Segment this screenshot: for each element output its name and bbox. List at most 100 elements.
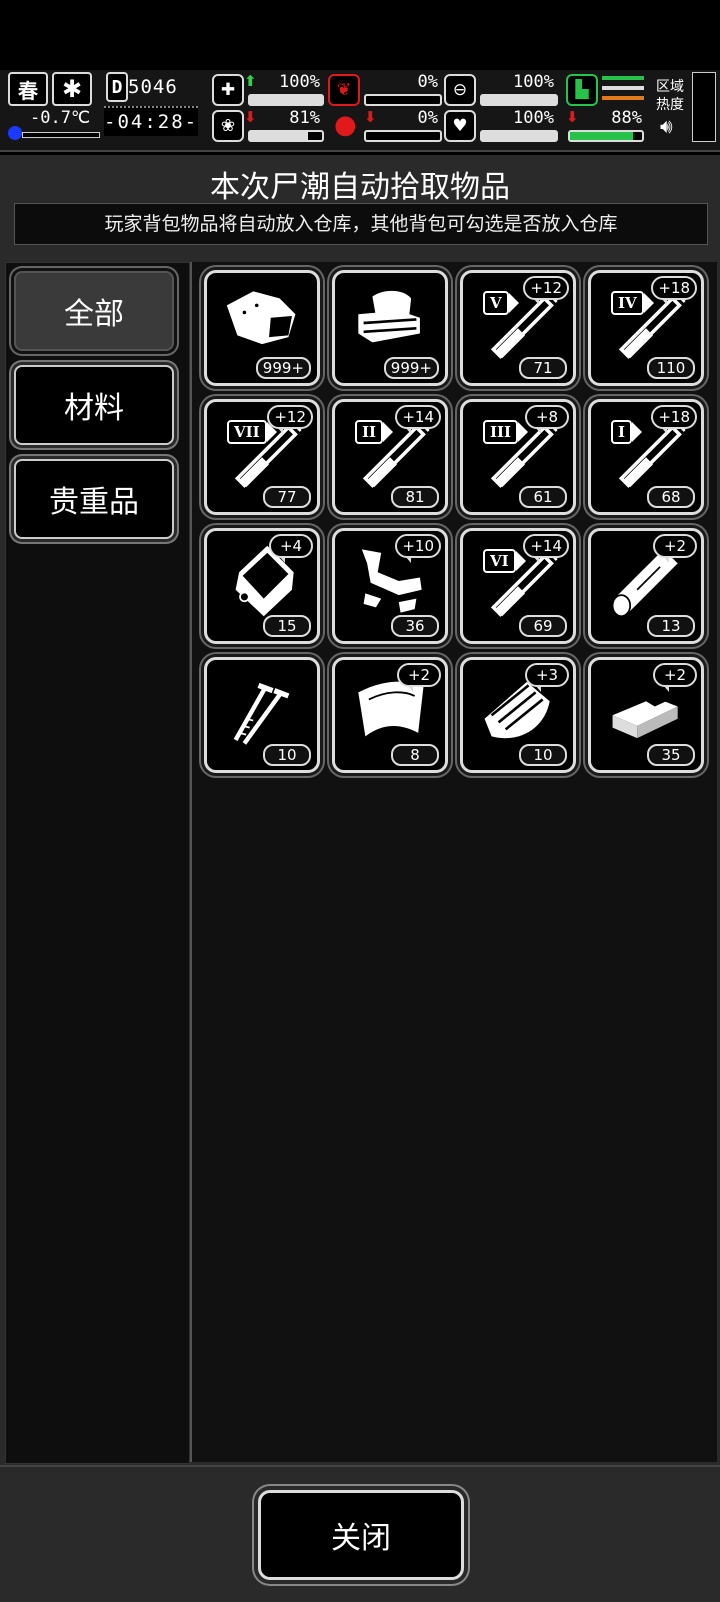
grade-label: V [483, 291, 519, 315]
gain-badge: +12 [523, 276, 569, 305]
blood-value: 0% [417, 108, 438, 128]
region-heat-label: 区域 热度 [656, 79, 684, 113]
grade-label: II [355, 420, 394, 444]
region-heat-meter [692, 72, 716, 142]
item-count: 35 [647, 744, 695, 766]
item-slot[interactable]: +10 36 [332, 528, 448, 644]
tab-all[interactable]: 全部 [14, 271, 174, 351]
speaker-icon[interactable]: 🔊︎ [660, 114, 673, 138]
tab-label: 贵重品 [49, 485, 139, 520]
gain-badge: +18 [651, 276, 697, 305]
boot-icon[interactable]: ▙ [566, 74, 598, 106]
item-count: 999+ [255, 357, 311, 379]
grade-label: VII [227, 420, 277, 444]
mood-value: 100% [513, 108, 554, 128]
stomach-bar [364, 94, 442, 106]
blood-bar [364, 130, 442, 142]
tab-valuables[interactable]: 贵重品 [14, 459, 174, 539]
clock-display: -04:28- [104, 106, 198, 136]
gain-badge: +3 [525, 663, 569, 692]
item-slot[interactable]: +2 35 [588, 657, 704, 773]
item-slot[interactable]: II +14 81 [332, 399, 448, 515]
medkit-icon[interactable]: ✚ [212, 74, 244, 106]
item-slot[interactable]: III +8 61 [460, 399, 576, 515]
item-count: 15 [263, 615, 311, 637]
cloth-stack-icon [358, 290, 420, 343]
gain-badge: +2 [653, 534, 697, 563]
item-slot[interactable]: VII +12 77 [204, 399, 320, 515]
close-label: 关闭 [331, 1521, 391, 1556]
item-slot[interactable]: +2 8 [332, 657, 448, 773]
gain-badge: +14 [523, 534, 569, 563]
item-slot[interactable]: 999+ [204, 270, 320, 386]
battery-value: 88% [611, 108, 642, 128]
season-badge[interactable]: 春 [8, 72, 48, 106]
thermometer-icon [8, 126, 22, 140]
item-count: 61 [519, 486, 567, 508]
gain-badge: +18 [651, 405, 697, 434]
gain-badge: +4 [269, 534, 313, 563]
stomach-value: 0% [417, 72, 438, 92]
temperature-value: -0.7℃ [30, 108, 91, 128]
gain-badge: +10 [395, 534, 441, 563]
capsule-icon[interactable]: ⊖ [444, 74, 476, 106]
item-count: 999+ [383, 357, 439, 379]
item-slot[interactable]: 999+ [332, 270, 448, 386]
item-count: 77 [263, 486, 311, 508]
gain-badge: +12 [267, 405, 313, 434]
brain-bar [248, 130, 324, 142]
day-label: D [106, 72, 128, 102]
capsule-bar [480, 94, 558, 106]
grade-label: I [611, 420, 643, 444]
tab-label: 全部 [64, 297, 124, 332]
stamina-line-white [602, 86, 644, 90]
gain-badge: +8 [525, 405, 569, 434]
status-hud: 春 ✱ -0.7℃ D 5046 -04:28- ✚ ⬆ 100% ❦ 0% ⊖… [0, 70, 720, 152]
item-slot[interactable]: 10 [204, 657, 320, 773]
nails-icon [233, 682, 290, 745]
item-slot[interactable]: IV +18 110 [588, 270, 704, 386]
item-count: 8 [391, 744, 439, 766]
item-count: 36 [391, 615, 439, 637]
stomach-icon[interactable]: ❦ [328, 74, 360, 106]
brain-icon[interactable]: ❀ [212, 110, 244, 142]
heart-icon[interactable]: ♥ [444, 110, 476, 142]
item-slot[interactable]: +2 13 [588, 528, 704, 644]
item-count: 13 [647, 615, 695, 637]
item-slot[interactable]: VI +14 69 [460, 528, 576, 644]
item-slot[interactable]: V +12 71 [460, 270, 576, 386]
health-bar [248, 94, 324, 106]
dialog-title: 本次尸潮自动拾取物品 [210, 170, 510, 205]
meat-icon [226, 291, 296, 345]
tab-label: 材料 [64, 391, 124, 426]
grade-label: IV [611, 291, 654, 315]
blood-drop-icon[interactable]: ● [334, 110, 357, 140]
season-label: 春 [18, 78, 38, 103]
temperature-bar [22, 132, 100, 138]
item-count: 110 [647, 357, 695, 379]
gain-badge: +2 [653, 663, 697, 692]
capsule-value: 100% [513, 72, 554, 92]
temperature-gauge: -0.7℃ [8, 108, 100, 140]
grade-label: VI [483, 549, 526, 573]
item-count: 10 [519, 744, 567, 766]
tab-materials[interactable]: 材料 [14, 365, 174, 445]
mood-bar [480, 130, 558, 142]
item-count: 71 [519, 357, 567, 379]
close-button[interactable]: 关闭 [258, 1490, 464, 1580]
stamina-line-orange [602, 96, 644, 100]
health-value: 100% [279, 72, 320, 92]
item-count: 81 [391, 486, 439, 508]
snowflake-icon[interactable]: ✱ [52, 72, 92, 106]
brain-value: 81% [289, 108, 320, 128]
item-count: 68 [647, 486, 695, 508]
gain-badge: +14 [395, 405, 441, 434]
item-slot[interactable]: I +18 68 [588, 399, 704, 515]
item-grid: 999+ 999+ V +12 71 IV +18 110 VII +12 77 II +14 81 III… [190, 262, 717, 1462]
item-slot[interactable]: +4 15 [204, 528, 320, 644]
gain-badge: +2 [397, 663, 441, 692]
day-number: 5046 [128, 76, 178, 98]
dialog-subtitle: 玩家背包物品将自动放入仓库，其他背包可勾选是否放入仓库 [14, 203, 708, 245]
category-sidebar: 全部 材料 贵重品 [5, 262, 190, 1464]
item-slot[interactable]: +3 10 [460, 657, 576, 773]
